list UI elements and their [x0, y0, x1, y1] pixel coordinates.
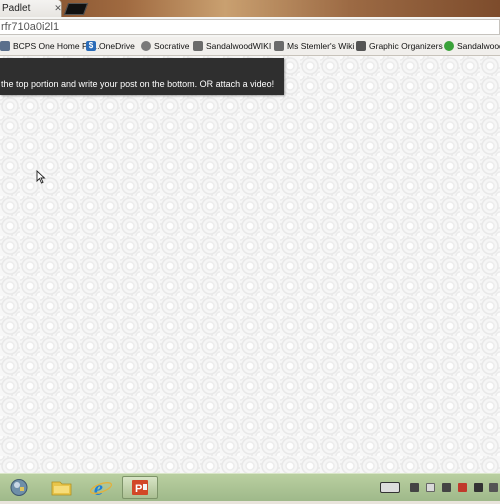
instruction-banner: the top portion and write your post on t…	[0, 58, 284, 95]
start-orb-icon	[10, 479, 28, 496]
file-explorer-button[interactable]	[44, 476, 80, 499]
new-tab-button[interactable]	[63, 3, 89, 15]
green-dot-icon	[444, 41, 454, 51]
socrative-icon	[141, 41, 151, 51]
page-icon	[356, 41, 366, 51]
taskbar: e P	[0, 473, 500, 501]
url-input[interactable]: rfr710a0i2l1	[0, 19, 500, 35]
bookmark-ms-stemler-wiki[interactable]: Ms Stemler's Wiki	[274, 37, 354, 55]
bookmark-sandalwood[interactable]: Sandalwood	[444, 37, 500, 55]
powerpoint-icon: P	[132, 480, 148, 495]
tray-app-icon[interactable]	[410, 483, 419, 492]
bookmark-bcps[interactable]: BCPS One Home Pa...	[0, 37, 99, 55]
bookmark-label: Ms Stemler's Wiki	[287, 41, 355, 51]
powerpoint-button[interactable]: P	[122, 476, 158, 499]
keyboard-icon[interactable]	[380, 482, 400, 493]
tab-strip: Padlet ✕	[0, 0, 500, 17]
bookmark-label: Graphic Organizers	[369, 41, 443, 51]
close-icon[interactable]: ✕	[52, 3, 64, 13]
tray-app-icon[interactable]	[442, 483, 451, 492]
banner-text: the top portion and write your post on t…	[1, 79, 275, 89]
internet-explorer-icon: e	[89, 478, 113, 500]
mouse-cursor-icon	[36, 170, 46, 184]
file-explorer-icon	[51, 481, 72, 496]
bookmark-graphic-organizers[interactable]: Graphic Organizers	[356, 37, 443, 55]
network-icon[interactable]	[474, 483, 483, 492]
wiki-icon	[274, 41, 284, 51]
bookmark-label: Sandalwood	[457, 41, 500, 51]
tab-title: Padlet	[2, 3, 31, 14]
bookmark-sandalwoodwiki[interactable]: SandalwoodWIKI	[193, 37, 271, 55]
wiki-icon	[193, 41, 203, 51]
tray-app-icon[interactable]	[458, 483, 467, 492]
bookmark-label: OneDrive	[99, 41, 135, 51]
svg-text:e: e	[94, 478, 103, 499]
bookmark-onedrive[interactable]: $ OneDrive	[86, 37, 135, 55]
svg-text:P: P	[135, 483, 142, 495]
onedrive-icon: $	[86, 41, 96, 51]
bookmark-label: Socrative	[154, 41, 190, 51]
padlet-wall[interactable]: the top portion and write your post on t…	[0, 56, 500, 473]
address-bar: rfr710a0i2l1	[0, 17, 500, 38]
bookmark-label: SandalwoodWIKI	[206, 41, 272, 51]
bcps-icon	[0, 41, 10, 51]
volume-icon[interactable]	[489, 483, 498, 492]
start-button[interactable]	[4, 476, 40, 499]
bookmark-socrative[interactable]: Socrative	[141, 37, 189, 55]
internet-explorer-button[interactable]: e	[84, 476, 120, 500]
bookmarks-bar: BCPS One Home Pa... $ OneDrive Socrative…	[0, 37, 500, 56]
tab-padlet[interactable]: Padlet ✕	[0, 0, 62, 17]
action-center-icon[interactable]	[426, 483, 435, 492]
